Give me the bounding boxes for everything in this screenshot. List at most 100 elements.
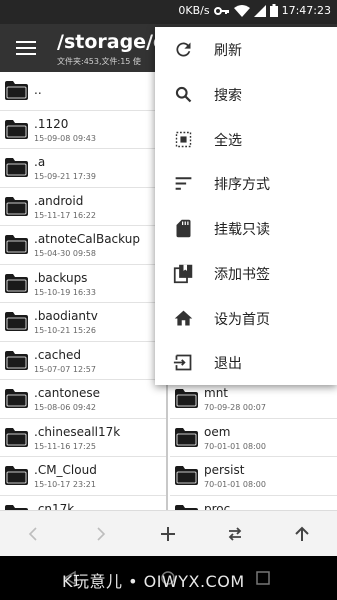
menu-item-sort[interactable]: 排序方式 bbox=[155, 161, 337, 206]
system-nav-bar: K玩意儿 • OIWYX.COM bbox=[0, 556, 337, 600]
parent-folder-label: .. bbox=[34, 83, 42, 97]
folder-name: .backups bbox=[34, 270, 88, 285]
folder-name: .1120 bbox=[34, 116, 69, 131]
folder-icon bbox=[4, 80, 29, 101]
status-indicators: 0KB/s 17:47:23 bbox=[178, 4, 331, 17]
folder-name: .cached bbox=[34, 347, 81, 362]
folder-date: 15-08-06 09:42 bbox=[34, 403, 96, 412]
folder-date: 15-11-17 16:22 bbox=[34, 210, 96, 220]
status-time: 17:47:23 bbox=[281, 4, 331, 17]
folder-name: .baodiantv bbox=[34, 309, 98, 323]
folder-icon bbox=[4, 196, 29, 217]
folder-date: 15-09-08 09:43 bbox=[34, 133, 96, 143]
watermark-text: K玩意儿 • OIWYX.COM bbox=[62, 572, 245, 591]
bottom-toolbar bbox=[0, 510, 337, 556]
folder-row[interactable]: .atnoteCalBackup 15-04-30 09:58 bbox=[0, 226, 166, 265]
folder-name: .CM_Cloud bbox=[34, 463, 97, 477]
folder-row[interactable]: .cached 15-07-07 12:57 bbox=[0, 342, 166, 380]
swap-icon[interactable] bbox=[225, 524, 245, 544]
exit-icon bbox=[173, 352, 194, 373]
folder-row[interactable]: .1120 15-09-08 09:43 bbox=[0, 111, 166, 149]
folder-file-counts: 文件夹:453,文件:15 使 bbox=[57, 57, 141, 66]
folder-icon bbox=[4, 119, 29, 140]
menu-item-home[interactable]: 设为首页 bbox=[155, 296, 337, 341]
folder-icon bbox=[4, 388, 29, 409]
nav-recents-icon[interactable] bbox=[255, 570, 271, 586]
folder-row[interactable]: .cantonese 15-08-06 09:42 bbox=[0, 380, 166, 419]
menu-item-label: 全选 bbox=[214, 132, 242, 149]
menu-item-label: 排序方式 bbox=[214, 177, 270, 194]
folder-icon bbox=[174, 465, 199, 486]
network-speed: 0KB/s bbox=[178, 4, 210, 17]
menu-item-refresh[interactable]: 刷新 bbox=[155, 27, 337, 72]
forward-icon[interactable] bbox=[90, 524, 110, 544]
refresh-icon bbox=[173, 39, 194, 60]
menu-item-label: 搜索 bbox=[214, 87, 242, 104]
folder-date: 15-07-07 12:57 bbox=[34, 364, 96, 374]
parent-folder-row[interactable]: .. bbox=[0, 72, 166, 111]
menu-item-label: 刷新 bbox=[214, 43, 242, 59]
menu-item-exit[interactable]: 退出 bbox=[155, 340, 337, 385]
folder-name: persist bbox=[204, 463, 245, 477]
folder-row[interactable]: oem 70-01-01 08:00 bbox=[170, 419, 337, 457]
folder-icon bbox=[174, 427, 199, 448]
add-icon[interactable] bbox=[158, 524, 178, 544]
menu-item-label: 挂载只读 bbox=[214, 222, 270, 238]
left-file-pane[interactable]: .. .1120 15-09-08 09:43 .a 15-09-21 17:39 .an… bbox=[0, 72, 168, 510]
folder-row[interactable]: .backups 15-10-19 16:33 bbox=[0, 265, 166, 303]
folder-row[interactable]: proc bbox=[170, 496, 337, 511]
folder-row[interactable]: .a 15-09-21 17:39 bbox=[0, 149, 166, 188]
folder-row[interactable]: persist 70-01-01 08:00 bbox=[170, 457, 337, 496]
folder-name: .a bbox=[34, 155, 46, 169]
battery-icon bbox=[269, 4, 278, 17]
folder-row[interactable]: .chineseall17k 15-11-16 17:25 bbox=[0, 419, 166, 457]
folder-icon bbox=[4, 350, 29, 371]
folder-icon bbox=[4, 234, 29, 255]
folder-date: 70-01-01 08:00 bbox=[204, 480, 266, 489]
folder-icon bbox=[4, 311, 29, 332]
folder-row[interactable]: .baodiantv 15-10-21 15:26 bbox=[0, 303, 166, 342]
folder-row[interactable]: .CM_Cloud 15-10-17 23:21 bbox=[0, 457, 166, 496]
back-icon[interactable] bbox=[24, 524, 44, 544]
folder-date: 70-01-01 08:00 bbox=[204, 441, 266, 451]
signal-icon bbox=[253, 4, 266, 17]
folder-name: .atnoteCalBackup bbox=[34, 232, 140, 246]
search-icon bbox=[173, 84, 194, 105]
select-all-icon bbox=[173, 129, 194, 150]
status-bar: 0KB/s 17:47:23 bbox=[0, 0, 337, 24]
folder-row[interactable]: .android 15-11-17 16:22 bbox=[0, 188, 166, 226]
folder-date: 15-10-17 23:21 bbox=[34, 480, 96, 489]
folder-name: oem bbox=[204, 424, 231, 439]
key-icon bbox=[213, 6, 229, 15]
overflow-menu: 刷新搜索全选排序方式挂载只读添加书签设为首页退出 bbox=[155, 27, 337, 385]
folder-row[interactable]: mnt 70-09-28 00:07 bbox=[170, 380, 337, 419]
menu-item-select-all[interactable]: 全选 bbox=[155, 117, 337, 162]
folder-icon bbox=[4, 427, 29, 448]
folder-date: 15-04-30 09:58 bbox=[34, 249, 96, 258]
folder-row[interactable]: .cn17k bbox=[0, 496, 166, 511]
menu-item-search[interactable]: 搜索 bbox=[155, 72, 337, 117]
folder-name: .android bbox=[34, 193, 84, 208]
menu-item-label: 设为首页 bbox=[214, 311, 270, 328]
folder-date: 70-09-28 00:07 bbox=[204, 403, 266, 412]
sort-icon bbox=[173, 173, 194, 194]
folder-icon bbox=[4, 273, 29, 294]
folder-name: proc bbox=[204, 501, 231, 511]
menu-item-bookmark-add[interactable]: 添加书签 bbox=[155, 251, 337, 296]
folder-date: 15-09-21 17:39 bbox=[34, 172, 96, 181]
menu-item-label: 添加书签 bbox=[214, 266, 270, 283]
up-icon[interactable] bbox=[292, 524, 312, 544]
menu-item-sd-card[interactable]: 挂载只读 bbox=[155, 206, 337, 251]
folder-name: mnt bbox=[204, 386, 228, 400]
sd-card-icon bbox=[173, 218, 194, 239]
folder-date: 15-11-16 17:25 bbox=[34, 441, 96, 451]
folder-icon bbox=[174, 388, 199, 409]
home-icon bbox=[173, 308, 194, 329]
menu-item-label: 退出 bbox=[214, 356, 242, 373]
bookmark-add-icon bbox=[173, 263, 194, 284]
folder-icon bbox=[4, 157, 29, 178]
hamburger-menu-icon[interactable] bbox=[16, 41, 36, 55]
folder-icon bbox=[4, 465, 29, 486]
folder-name: .cn17k bbox=[34, 501, 75, 511]
folder-date: 15-10-21 15:26 bbox=[34, 326, 96, 335]
